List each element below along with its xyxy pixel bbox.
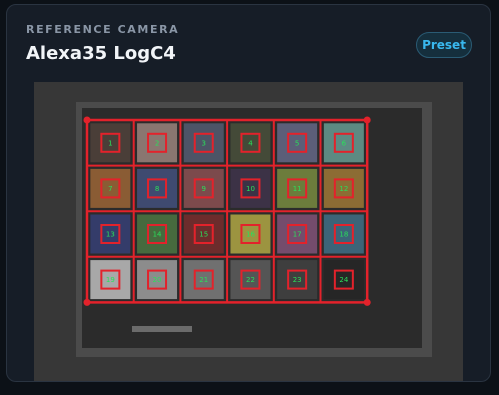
patch-label-17: 17	[293, 231, 302, 239]
patch-label-8: 8	[155, 185, 159, 193]
patch-label-6: 6	[342, 139, 347, 147]
preset-button[interactable]: Preset	[416, 32, 472, 58]
patch-label-24: 24	[339, 276, 348, 284]
patch-label-16: 16	[246, 231, 255, 239]
section-label: REFERENCE CAMERA	[26, 23, 180, 36]
patch-label-19: 19	[106, 276, 115, 284]
patch-label-4: 4	[248, 139, 253, 147]
patch-label-1: 1	[108, 139, 112, 147]
patch-label-18: 18	[339, 231, 348, 239]
patch-label-22: 22	[246, 276, 255, 284]
corner-handle-bl[interactable]	[83, 298, 91, 306]
patch-label-13: 13	[106, 231, 115, 239]
patch-label-15: 15	[199, 231, 208, 239]
patch-label-12: 12	[339, 185, 348, 193]
color-checker-svg: 1 2 3 4 5 67 8 9 10 11 1213 14 15 16 17 1819 20 21 22 23 24	[34, 82, 463, 381]
corner-handle-br[interactable]	[363, 298, 371, 306]
corner-handle-tl[interactable]	[83, 116, 91, 124]
patch-label-23: 23	[293, 276, 302, 284]
patch-label-14: 14	[153, 231, 162, 239]
patch-label-5: 5	[295, 139, 299, 147]
patch-label-9: 9	[202, 185, 206, 193]
chart-viewer: 1 2 3 4 5 6 7 8 9 10 11 12 13 14 15 16 17 18 19 20 21 22 23 24	[34, 82, 463, 381]
reference-camera-panel: REFERENCE CAMERA Alexa35 LogC4 Preset 12…	[6, 4, 491, 382]
corner-handle-tr[interactable]	[363, 116, 371, 124]
patch-label-3: 3	[202, 139, 206, 147]
chart-label-strip	[132, 326, 192, 332]
camera-title: Alexa35 LogC4	[26, 43, 176, 64]
patch-label-10: 10	[246, 185, 255, 193]
patch-label-11: 11	[293, 185, 302, 193]
patch-label-20: 20	[153, 276, 162, 284]
patch-label-21: 21	[199, 276, 208, 284]
patch-label-2: 2	[155, 139, 159, 147]
patch-label-7: 7	[108, 185, 112, 193]
